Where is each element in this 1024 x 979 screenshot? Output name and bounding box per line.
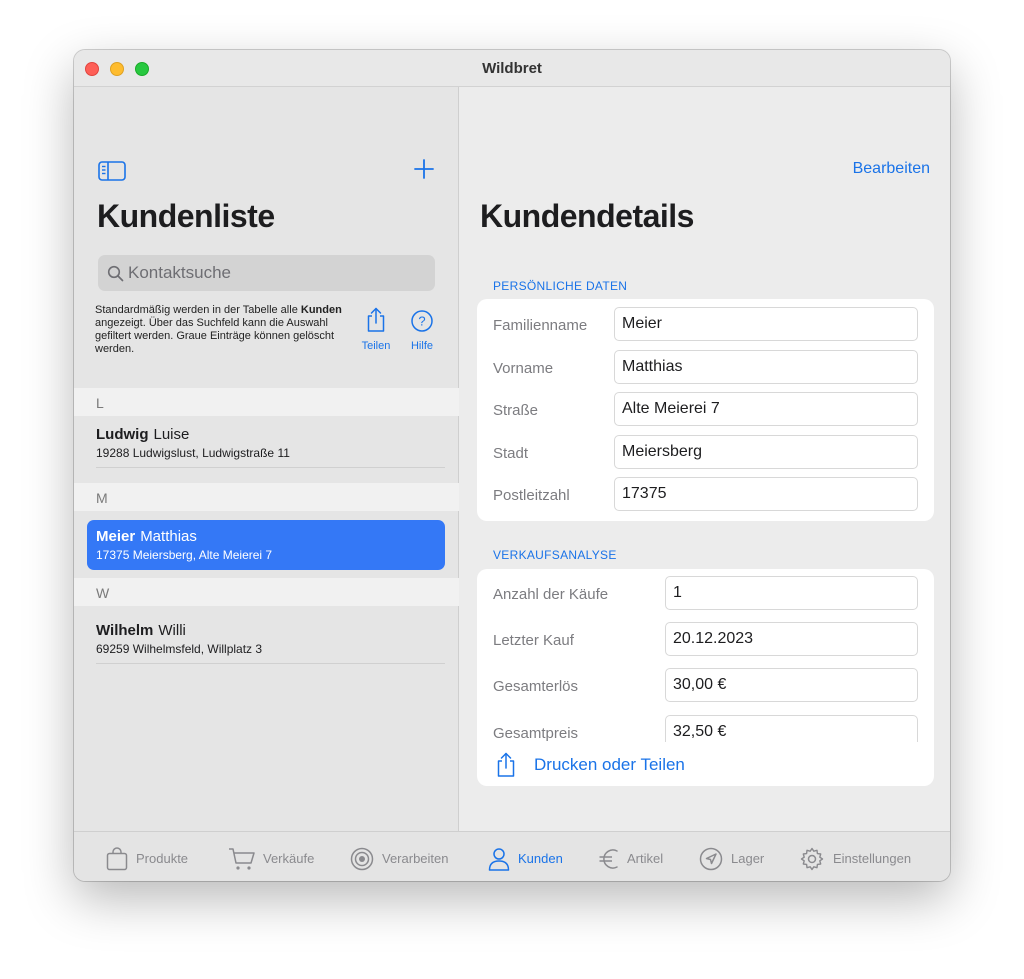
- customer-name: Wilhelm Willi: [96, 622, 186, 639]
- postal-code-field[interactable]: [614, 477, 918, 511]
- tab-bar: Produkte Verkäufe Verarbeiten Kunden Art…: [74, 831, 950, 881]
- street-field[interactable]: [614, 392, 918, 426]
- plus-icon: [414, 159, 434, 179]
- customer-detail-panel: Bearbeiten Kundendetails PERSÖNLICHE DAT…: [460, 87, 950, 831]
- customer-row-wilhelm[interactable]: Wilhelm Willi 69259 Wilhelmsfeld, Willpla…: [87, 614, 445, 664]
- row-divider: [96, 467, 445, 468]
- help-label: Hilfe: [410, 340, 433, 352]
- app-window: Wildbret Kundenliste Kontaktsuche Standa…: [74, 50, 950, 881]
- sidebar-icon: [98, 161, 126, 181]
- window-title: Wildbret: [482, 60, 542, 77]
- personal-data-header: PERSÖNLICHE DATEN: [493, 279, 628, 293]
- hint-text: Standardmäßig werden in der Tabelle alle…: [95, 304, 350, 356]
- sidebar-toggle-button[interactable]: [98, 161, 126, 186]
- share-icon: [497, 752, 515, 777]
- customer-last-name: Ludwig: [96, 426, 149, 443]
- customer-first-name: Willi: [158, 622, 186, 639]
- tab-verkaeufe[interactable]: Verkäufe: [228, 832, 324, 881]
- section-header-w: W: [74, 578, 459, 606]
- field-label-purchase-count: Anzahl der Käufe: [493, 586, 609, 603]
- search-input[interactable]: [128, 259, 428, 287]
- tab-label: Lager: [731, 851, 765, 866]
- print-or-share-label: Drucken oder Teilen: [534, 755, 685, 774]
- last-purchase-field[interactable]: [665, 622, 918, 656]
- tab-label: Einstellungen: [833, 851, 912, 866]
- total-revenue-field[interactable]: [665, 668, 918, 702]
- title-bar: Wildbret: [74, 50, 950, 87]
- tab-label: Produkte: [136, 851, 189, 866]
- field-label-total-price: Gesamtpreis: [493, 725, 579, 742]
- tab-kunden[interactable]: Kunden: [488, 832, 570, 881]
- tab-einstellungen[interactable]: Einstellungen: [800, 832, 920, 881]
- tab-label: Verkäufe: [263, 851, 315, 866]
- detail-title: Kundendetails: [480, 198, 694, 234]
- sidebar-title: Kundenliste: [97, 198, 275, 234]
- section-header-m: M: [74, 483, 459, 511]
- cart-icon: [229, 848, 255, 870]
- euro-icon: [599, 849, 618, 869]
- share-label: Teilen: [361, 340, 391, 352]
- print-or-share-button[interactable]: Drucken oder Teilen: [477, 742, 934, 786]
- question-circle-icon: ?: [411, 310, 433, 332]
- personal-data-card: Familienname Vorname Straße Stadt Postle…: [477, 299, 934, 521]
- edit-button[interactable]: Bearbeiten: [853, 160, 930, 178]
- target-icon: [350, 847, 374, 871]
- gear-icon: [800, 847, 824, 871]
- person-icon: [488, 848, 510, 871]
- customer-row-meier[interactable]: Meier Matthias 17375 Meiersberg, Alte Mei…: [87, 520, 445, 570]
- customer-address: 17375 Meiersberg, Alte Meierei 7: [96, 548, 273, 562]
- customer-name: Ludwig Luise: [96, 426, 189, 443]
- sales-analysis-header: VERKAUFSANALYSE: [493, 548, 617, 562]
- customer-name: Meier Matthias: [96, 528, 197, 545]
- field-label-first-name: Vorname: [493, 360, 554, 377]
- tab-verarbeiten[interactable]: Verarbeiten: [350, 832, 460, 881]
- last-name-field[interactable]: [614, 307, 918, 341]
- purchase-count-field[interactable]: [665, 576, 918, 610]
- customer-address: 19288 Ludwigslust, Ludwigstraße 11: [96, 446, 290, 460]
- field-label-last-purchase: Letzter Kauf: [493, 632, 574, 649]
- tab-label: Verarbeiten: [382, 851, 449, 866]
- hint-bold: Kunden: [300, 304, 342, 316]
- tab-produkte[interactable]: Produkte: [106, 832, 202, 881]
- tab-artikel[interactable]: Artikel: [598, 832, 672, 881]
- field-label-city: Stadt: [493, 445, 529, 462]
- customer-first-name: Luise: [153, 426, 190, 443]
- search-icon: [107, 265, 124, 282]
- customer-first-name: Matthias: [140, 528, 197, 545]
- help-button[interactable]: ? Hilfe: [402, 307, 442, 352]
- tab-label: Kunden: [518, 851, 563, 866]
- location-arrow-icon: [699, 847, 723, 871]
- city-field[interactable]: [614, 435, 918, 469]
- row-divider: [96, 663, 445, 664]
- field-label-postal-code: Postleitzahl: [493, 487, 570, 504]
- sales-analysis-card: Anzahl der Käufe Letzter Kauf Gesamterlö…: [477, 569, 934, 765]
- customer-row-ludwig[interactable]: Ludwig Luise 19288 Ludwigslust, Ludwigstr…: [87, 418, 445, 468]
- contact-search-field[interactable]: [98, 255, 435, 291]
- hint-part: Standardmäßig werden in der Tabelle alle: [95, 304, 301, 316]
- field-label-total-revenue: Gesamterlös: [493, 678, 579, 695]
- customer-last-name: Meier: [96, 528, 136, 545]
- field-label-street: Straße: [493, 402, 539, 419]
- share-button[interactable]: Teilen: [356, 307, 396, 352]
- customer-address: 69259 Wilhelmsfeld, Willplatz 3: [96, 642, 263, 656]
- first-name-field[interactable]: [614, 350, 918, 384]
- customer-list-panel: Kundenliste Standardmäßig werden in der …: [74, 87, 459, 831]
- svg-text:?: ?: [418, 314, 425, 329]
- tab-label: Artikel: [627, 851, 664, 866]
- add-customer-button[interactable]: [412, 157, 436, 186]
- section-header-l: L: [74, 388, 459, 416]
- field-label-last-name: Familienname: [493, 317, 588, 334]
- hint-part: angezeigt. Über das Suchfeld kann die Au…: [95, 317, 335, 355]
- tab-lager[interactable]: Lager: [699, 832, 769, 881]
- customer-last-name: Wilhelm: [96, 622, 154, 639]
- bag-icon: [106, 847, 128, 871]
- share-icon: [367, 307, 385, 332]
